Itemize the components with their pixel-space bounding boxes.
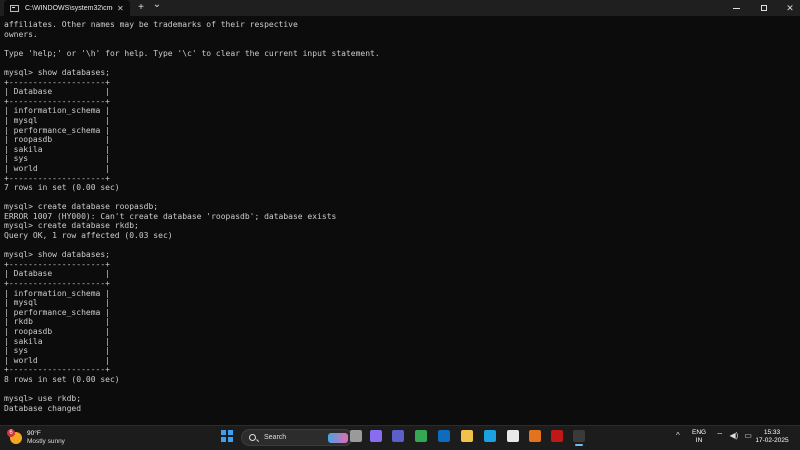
terminal-line: +--------------------+ <box>4 77 110 87</box>
clock-date: 17-02-2025 <box>755 437 789 444</box>
terminal-line: mysql> create database rkdb; <box>4 221 139 231</box>
taskbar-clock[interactable]: 15:33 17-02-2025 <box>752 429 792 445</box>
wifi-icon: ⌔ <box>716 431 724 440</box>
chrome-icon[interactable] <box>415 430 427 442</box>
terminal-line: Database changed <box>4 403 82 413</box>
minimize-icon <box>732 7 740 9</box>
office-icon[interactable] <box>529 430 541 442</box>
sun-icon: 6 <box>7 429 22 444</box>
edge-icon[interactable] <box>484 430 496 442</box>
terminal-line: | roopasdb | <box>4 135 110 145</box>
terminal-line: mysql> create database roopasdb; <box>4 202 159 212</box>
terminal-line: mysql> show databases; <box>4 67 110 77</box>
file-explorer-icon[interactable] <box>461 430 473 442</box>
terminal-line: | Database | <box>4 87 110 97</box>
clock-time: 15:33 <box>763 429 781 436</box>
terminal-icon[interactable] <box>573 430 585 446</box>
terminal-line: | performance_schema | <box>4 125 110 135</box>
terminal-line: +--------------------+ <box>4 96 110 106</box>
terminal-line: | rkdb | <box>4 317 110 327</box>
show-hidden-icons-button[interactable]: ^ <box>676 431 680 440</box>
cmd-icon <box>10 4 19 12</box>
tab-close-button[interactable]: ✕ <box>117 4 124 13</box>
terminal-line: owners. <box>4 29 38 39</box>
tab-title: C:\WINDOWS\system32\cmd. <box>25 4 113 12</box>
new-tab-button[interactable]: + <box>134 0 148 16</box>
title-bar: C:\WINDOWS\system32\cmd. ✕ + ⌄ ✕ <box>0 0 800 16</box>
language-primary: ENG <box>692 429 707 436</box>
language-secondary: IN <box>695 437 703 444</box>
close-button[interactable]: ✕ <box>776 0 800 16</box>
terminal-line: | sys | <box>4 154 110 164</box>
battery-icon: ▭ <box>744 431 752 440</box>
terminal-line: | sakila | <box>4 144 110 154</box>
terminal-line: | world | <box>4 163 110 173</box>
taskbar-search[interactable]: Search <box>241 429 353 446</box>
weather-temperature: 90°F <box>27 430 41 437</box>
terminal-line: affiliates. Other names may be trademark… <box>4 20 298 29</box>
search-icon <box>249 434 256 441</box>
weather-badge: 6 <box>7 429 15 437</box>
terminal-line: Type 'help;' or '\h' for help. Type '\c'… <box>4 48 380 58</box>
terminal-line: | sys | <box>4 346 110 356</box>
maximize-button[interactable] <box>750 0 778 16</box>
task-view-icon[interactable] <box>350 430 362 442</box>
terminal-line: 8 rows in set (0.00 sec) <box>4 374 120 384</box>
terminal-line: +--------------------+ <box>4 173 110 183</box>
language-indicator[interactable]: ENG IN <box>692 429 706 445</box>
terminal-line: +--------------------+ <box>4 259 110 269</box>
volume-icon: ◀) <box>729 431 739 440</box>
minimize-button[interactable] <box>722 0 750 16</box>
terminal-line: mysql> show databases; <box>4 250 110 260</box>
tab-dropdown-button[interactable]: ⌄ <box>150 0 164 13</box>
terminal-line: | information_schema | <box>4 106 110 116</box>
terminal-line: | performance_schema | <box>4 307 110 317</box>
terminal-line: ERROR 1007 (HY000): Can't create databas… <box>4 211 337 221</box>
terminal-line: | Database | <box>4 269 110 279</box>
terminal-line: | roopasdb | <box>4 327 110 336</box>
close-icon: ✕ <box>786 2 794 13</box>
copilot-icon[interactable] <box>370 430 382 442</box>
terminal-line: | information_schema | <box>4 288 110 298</box>
mcafee-icon[interactable] <box>551 430 563 442</box>
search-highlight-icon <box>328 432 348 443</box>
windows-start-icon[interactable] <box>221 430 233 442</box>
maximize-icon <box>761 5 767 11</box>
teams-icon[interactable] <box>392 430 404 442</box>
weather-condition: Mostly sunny <box>27 438 65 445</box>
terminal-line: mysql> use rkdb; <box>4 394 82 404</box>
terminal-line: | world | <box>4 355 110 365</box>
weather-widget[interactable]: 6 90°F Mostly sunny <box>7 428 65 448</box>
terminal-output[interactable]: affiliates. Other names may be trademark… <box>4 20 796 425</box>
search-label: Search <box>264 434 287 441</box>
terminal-line: | sakila | <box>4 336 110 346</box>
terminal-line: 7 rows in set (0.00 sec) <box>4 183 120 193</box>
terminal-line: +--------------------+ <box>4 365 110 375</box>
store-icon[interactable] <box>507 430 519 442</box>
terminal-line: Query OK, 1 row affected (0.03 sec) <box>4 231 173 241</box>
terminal-line: | mysql | <box>4 298 110 308</box>
terminal-line: | mysql | <box>4 115 110 125</box>
terminal-line: +--------------------+ <box>4 279 110 289</box>
system-tray[interactable]: ⌔ ◀) ▭ <box>716 431 752 441</box>
mail-icon[interactable] <box>438 430 450 442</box>
terminal-tab[interactable]: C:\WINDOWS\system32\cmd. ✕ <box>4 0 130 16</box>
